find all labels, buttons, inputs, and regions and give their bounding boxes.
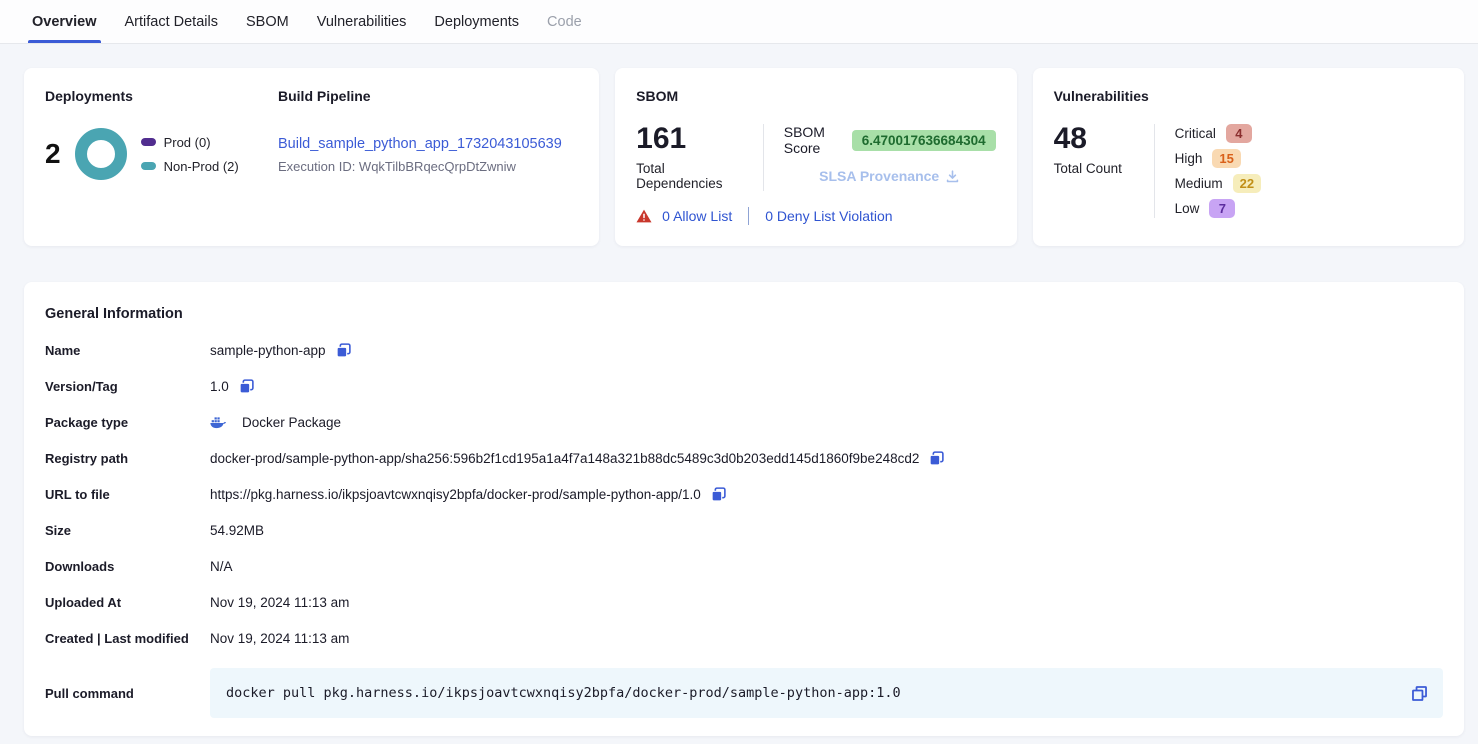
sbom-score-label: SBOM Score bbox=[784, 124, 842, 156]
info-value-text: sample-python-app bbox=[210, 343, 326, 358]
vulnerabilities-title: Vulnerabilities bbox=[1054, 88, 1443, 104]
pipeline-link[interactable]: Build_sample_python_app_1732043105639 bbox=[278, 136, 562, 152]
sbom-total-block: 161 Total Dependencies bbox=[636, 122, 743, 191]
sbom-total-count: 161 bbox=[636, 122, 743, 155]
info-value-text: N/A bbox=[210, 559, 233, 574]
pull-command-text: docker pull pkg.harness.io/ikpsjoavtcwxn… bbox=[226, 685, 1410, 701]
info-value-text: docker-prod/sample-python-app/sha256:596… bbox=[210, 451, 919, 466]
copy-registry-path-button[interactable] bbox=[928, 450, 945, 467]
tab-sbom[interactable]: SBOM bbox=[246, 0, 289, 43]
pull-command-label: Pull command bbox=[45, 686, 210, 701]
info-row-registry-path: Registry path docker-prod/sample-python-… bbox=[45, 440, 1443, 476]
severity-list: Critical 4 High 15 Medium 22 Low 7 bbox=[1175, 122, 1261, 218]
severity-row-high: High 15 bbox=[1175, 149, 1261, 168]
severity-count-badge: 7 bbox=[1209, 199, 1235, 218]
severity-row-critical: Critical 4 bbox=[1175, 124, 1261, 143]
info-row-created-modified: Created | Last modified Nov 19, 2024 11:… bbox=[45, 620, 1443, 656]
tab-deployments[interactable]: Deployments bbox=[434, 0, 519, 43]
info-label: Package type bbox=[45, 415, 210, 430]
info-label: Size bbox=[45, 523, 210, 538]
vulnerabilities-card: Vulnerabilities 48 Total Count Critical … bbox=[1033, 68, 1464, 246]
deployments-donut-chart bbox=[75, 128, 127, 180]
info-value-text: 1.0 bbox=[210, 379, 229, 394]
slsa-provenance-link[interactable]: SLSA Provenance bbox=[819, 168, 939, 184]
vulnerabilities-total-count: 48 bbox=[1054, 122, 1134, 155]
summary-cards-row: Deployments 2 Prod (0) Non-Prod (2) Buil… bbox=[24, 68, 1464, 246]
nonprod-legend-label: Non-Prod (2) bbox=[164, 159, 239, 174]
info-row-downloads: Downloads N/A bbox=[45, 548, 1443, 584]
deployments-title: Deployments bbox=[45, 88, 278, 104]
prod-color-swatch bbox=[141, 138, 156, 146]
tab-overview[interactable]: Overview bbox=[32, 0, 97, 43]
deployments-card: Deployments 2 Prod (0) Non-Prod (2) Buil… bbox=[24, 68, 599, 246]
copy-pull-command-button[interactable] bbox=[1410, 684, 1429, 703]
sbom-divider bbox=[763, 124, 764, 191]
legend-item-nonprod: Non-Prod (2) bbox=[141, 159, 239, 174]
severity-count-badge: 4 bbox=[1226, 124, 1252, 143]
severity-label: Low bbox=[1175, 201, 1200, 216]
pull-command-row: Pull command docker pull pkg.harness.io/… bbox=[45, 668, 1443, 718]
severity-label: Medium bbox=[1175, 176, 1223, 191]
allow-list-link[interactable]: 0 Allow List bbox=[662, 208, 732, 224]
info-row-uploaded-at: Uploaded At Nov 19, 2024 11:13 am bbox=[45, 584, 1443, 620]
nonprod-color-swatch bbox=[141, 162, 156, 170]
deployments-total-count: 2 bbox=[45, 138, 61, 170]
info-label: Created | Last modified bbox=[45, 631, 210, 646]
tab-artifact-details[interactable]: Artifact Details bbox=[125, 0, 218, 43]
info-label: Uploaded At bbox=[45, 595, 210, 610]
severity-label: High bbox=[1175, 151, 1203, 166]
sbom-score-badge: 6.470017636684304 bbox=[852, 130, 996, 151]
sbom-title: SBOM bbox=[636, 88, 995, 104]
general-information-card: General Information Name sample-python-a… bbox=[24, 282, 1464, 736]
info-label: URL to file bbox=[45, 487, 210, 502]
copy-version-button[interactable] bbox=[238, 378, 255, 395]
info-row-size: Size 54.92MB bbox=[45, 512, 1443, 548]
download-icon[interactable] bbox=[945, 169, 960, 184]
general-information-title: General Information bbox=[45, 306, 1443, 322]
info-row-name: Name sample-python-app bbox=[45, 332, 1443, 368]
tab-code: Code bbox=[547, 0, 582, 43]
info-row-package-type: Package type Docker Package bbox=[45, 404, 1443, 440]
execution-id-text: Execution ID: WqkTilbBRqecQrpDtZwniw bbox=[278, 159, 578, 174]
severity-row-low: Low 7 bbox=[1175, 199, 1261, 218]
info-label: Version/Tag bbox=[45, 379, 210, 394]
sbom-total-label: Total Dependencies bbox=[636, 161, 743, 191]
docker-whale-icon bbox=[210, 416, 226, 429]
tab-bar: Overview Artifact Details SBOM Vulnerabi… bbox=[0, 0, 1478, 44]
vulnerabilities-total-label: Total Count bbox=[1054, 161, 1134, 176]
copy-url-button[interactable] bbox=[710, 486, 727, 503]
info-row-version: Version/Tag 1.0 bbox=[45, 368, 1443, 404]
severity-count-badge: 22 bbox=[1233, 174, 1261, 193]
deny-list-link[interactable]: 0 Deny List Violation bbox=[765, 208, 892, 224]
severity-row-medium: Medium 22 bbox=[1175, 174, 1261, 193]
deployments-legend: Prod (0) Non-Prod (2) bbox=[141, 135, 239, 174]
warning-triangle-icon bbox=[636, 209, 652, 223]
vulnerabilities-divider bbox=[1154, 124, 1155, 218]
info-label: Name bbox=[45, 343, 210, 358]
build-pipeline-title: Build Pipeline bbox=[278, 88, 578, 104]
severity-label: Critical bbox=[1175, 126, 1216, 141]
info-value-text: 54.92MB bbox=[210, 523, 264, 538]
info-value-text: Nov 19, 2024 11:13 am bbox=[210, 595, 349, 610]
list-links-divider bbox=[748, 207, 749, 225]
info-value-text: Nov 19, 2024 11:13 am bbox=[210, 631, 349, 646]
sbom-card: SBOM 161 Total Dependencies SBOM Score 6… bbox=[615, 68, 1016, 246]
info-label: Registry path bbox=[45, 451, 210, 466]
tab-vulnerabilities[interactable]: Vulnerabilities bbox=[317, 0, 407, 43]
prod-legend-label: Prod (0) bbox=[164, 135, 211, 150]
info-label: Downloads bbox=[45, 559, 210, 574]
severity-count-badge: 15 bbox=[1212, 149, 1240, 168]
legend-item-prod: Prod (0) bbox=[141, 135, 239, 150]
info-value-text: https://pkg.harness.io/ikpsjoavtcwxnqisy… bbox=[210, 487, 701, 502]
pull-command-box: docker pull pkg.harness.io/ikpsjoavtcwxn… bbox=[210, 668, 1443, 718]
vulnerabilities-total-block: 48 Total Count bbox=[1054, 122, 1134, 218]
copy-name-button[interactable] bbox=[335, 342, 352, 359]
info-value-text: Docker Package bbox=[242, 415, 341, 430]
info-row-url: URL to file https://pkg.harness.io/ikpsj… bbox=[45, 476, 1443, 512]
